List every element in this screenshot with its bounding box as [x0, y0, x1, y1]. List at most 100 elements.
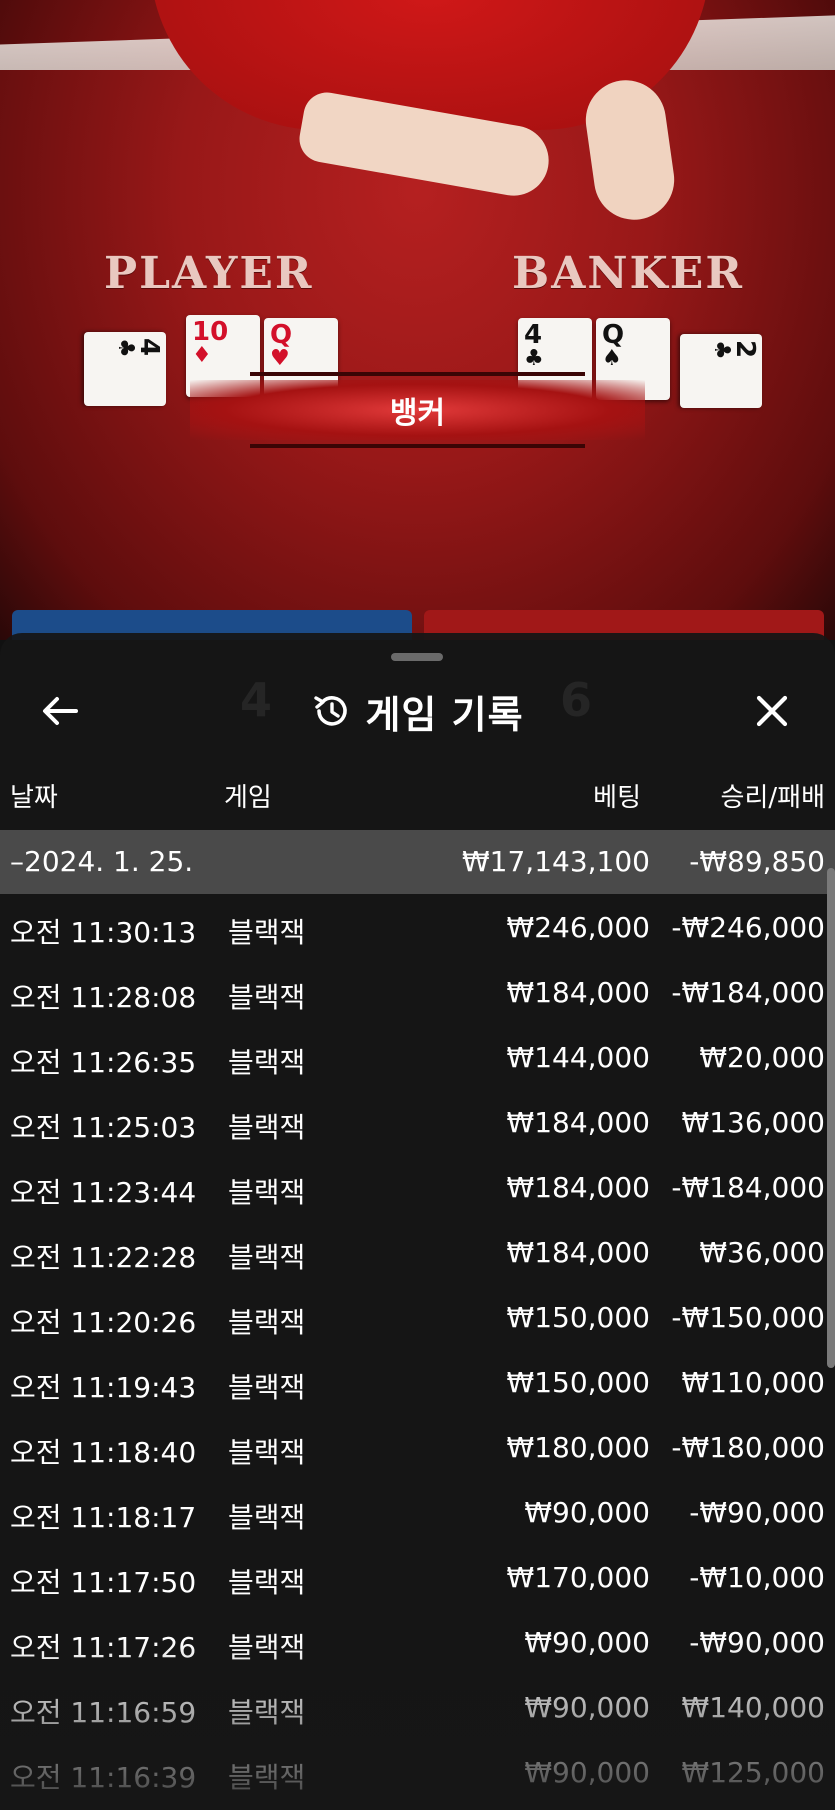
- row-game: 블랙잭: [228, 1176, 306, 1209]
- row-time: 오전 11:30:13: [10, 916, 197, 949]
- row-win-loss: -₩90,000: [689, 1626, 825, 1659]
- table-row[interactable]: 오전 11:17:50 블랙잭 ₩170,000 -₩10,000: [0, 1544, 835, 1609]
- row-time: 오전 11:25:03: [10, 1111, 197, 1144]
- row-game: 블랙잭: [228, 1436, 306, 1469]
- column-header-date: 날짜: [10, 783, 58, 813]
- card-suit-icon: ♠: [602, 346, 622, 371]
- row-win-loss: ₩125,000: [681, 1756, 825, 1789]
- game-scene: PLAYER BANKER 4 ♣ 10 ♦ Q ♥ 4 ♣ Q ♠ 2 ♣ 뱅커: [0, 0, 835, 640]
- banker-label: BANKER: [512, 248, 744, 299]
- table-row[interactable]: 오전 11:16:39 블랙잭 ₩90,000 ₩125,000: [0, 1739, 835, 1804]
- row-game: 블랙잭: [228, 1306, 306, 1339]
- row-bet: ₩90,000: [524, 1496, 650, 1529]
- row-game: 블랙잭: [228, 981, 306, 1014]
- row-bet: ₩144,000: [506, 1041, 650, 1074]
- row-win-loss: -₩150,000: [671, 1301, 825, 1334]
- row-game: 블랙잭: [228, 1241, 306, 1274]
- table-row[interactable]: 오전 11:22:28 블랙잭 ₩184,000 ₩36,000: [0, 1219, 835, 1284]
- row-bet: ₩246,000: [506, 911, 650, 944]
- table-row[interactable]: 오전 11:16:59 블랙잭 ₩90,000 ₩140,000: [0, 1674, 835, 1739]
- table-row[interactable]: 오전 11:26:35 블랙잭 ₩144,000 ₩20,000: [0, 1024, 835, 1089]
- history-list: 오전 11:30:13 블랙잭 ₩246,000 -₩246,000 오전 11:28:…: [0, 894, 835, 1804]
- card-suit-icon: ♥: [270, 346, 290, 371]
- close-icon: [756, 695, 788, 727]
- row-time: 오전 11:18:17: [10, 1501, 197, 1534]
- card-suit-icon: ♣: [113, 338, 138, 358]
- row-win-loss: -₩246,000: [671, 911, 825, 944]
- table-row[interactable]: 오전 11:23:44 블랙잭 ₩184,000 -₩184,000: [0, 1154, 835, 1219]
- row-time: 오전 11:16:39: [10, 1761, 197, 1794]
- banker-card: 2 ♣: [680, 334, 762, 408]
- table-row[interactable]: 오전 11:28:08 블랙잭 ₩184,000 -₩184,000: [0, 959, 835, 1024]
- row-game: 블랙잭: [228, 1501, 306, 1534]
- table-row[interactable]: 오전 11:20:26 블랙잭 ₩150,000 -₩150,000: [0, 1284, 835, 1349]
- date-summary-row[interactable]: –2024. 1. 25. ₩17,143,100 -₩89,850: [0, 830, 835, 894]
- sheet-header: 게임 기록: [0, 671, 835, 751]
- row-time: 오전 11:23:44: [10, 1176, 197, 1209]
- game-history-sheet: 4 6 게임 기록 날짜 게임 베팅 승리/패배 –2024. 1. 25. ₩…: [0, 633, 835, 1810]
- row-win-loss: ₩136,000: [681, 1106, 825, 1139]
- player-label: PLAYER: [104, 248, 314, 299]
- card-suit-icon: ♦: [192, 343, 212, 368]
- title-group: 게임 기록: [0, 685, 835, 737]
- row-bet: ₩150,000: [506, 1366, 650, 1399]
- row-game: 블랙잭: [228, 1761, 306, 1794]
- row-bet: ₩90,000: [524, 1756, 650, 1789]
- row-game: 블랙잭: [228, 916, 306, 949]
- row-win-loss: ₩140,000: [681, 1691, 825, 1724]
- scrollbar[interactable]: [827, 868, 835, 1368]
- row-win-loss: -₩184,000: [671, 976, 825, 1009]
- column-header-bet: 베팅: [593, 783, 641, 813]
- row-time: 오전 11:17:50: [10, 1566, 197, 1599]
- row-bet: ₩184,000: [506, 1171, 650, 1204]
- column-header-game: 게임: [224, 783, 272, 813]
- row-bet: ₩184,000: [506, 976, 650, 1009]
- row-bet: ₩180,000: [506, 1431, 650, 1464]
- drag-handle[interactable]: [391, 653, 443, 661]
- summary-win-loss: -₩89,850: [689, 845, 825, 878]
- table-row[interactable]: 오전 11:18:40 블랙잭 ₩180,000 -₩180,000: [0, 1414, 835, 1479]
- row-game: 블랙잭: [228, 1046, 306, 1079]
- row-win-loss: -₩180,000: [671, 1431, 825, 1464]
- table-row[interactable]: 오전 11:25:03 블랙잭 ₩184,000 ₩136,000: [0, 1089, 835, 1154]
- column-header-win-loss: 승리/패배: [720, 783, 825, 813]
- card-suit-icon: ♣: [709, 340, 734, 360]
- row-win-loss: -₩10,000: [689, 1561, 825, 1594]
- table-row[interactable]: 오전 11:17:26 블랙잭 ₩90,000 -₩90,000: [0, 1609, 835, 1674]
- card-rank: 4: [134, 338, 164, 357]
- page-title: 게임 기록: [365, 692, 524, 737]
- row-win-loss: -₩90,000: [689, 1496, 825, 1529]
- row-win-loss: ₩20,000: [699, 1041, 825, 1074]
- row-time: 오전 11:18:40: [10, 1436, 197, 1469]
- table-row[interactable]: 오전 11:30:13 블랙잭 ₩246,000 -₩246,000: [0, 894, 835, 959]
- player-card: 4 ♣: [84, 332, 166, 406]
- row-bet: ₩90,000: [524, 1691, 650, 1724]
- row-time: 오전 11:28:08: [10, 981, 197, 1014]
- row-time: 오전 11:17:26: [10, 1631, 197, 1664]
- row-time: 오전 11:22:28: [10, 1241, 197, 1274]
- row-game: 블랙잭: [228, 1566, 306, 1599]
- row-win-loss: ₩110,000: [681, 1366, 825, 1399]
- row-bet: ₩184,000: [506, 1236, 650, 1269]
- row-time: 오전 11:20:26: [10, 1306, 197, 1339]
- row-game: 블랙잭: [228, 1631, 306, 1664]
- card-rank: 2: [730, 340, 760, 359]
- row-win-loss: ₩36,000: [699, 1236, 825, 1269]
- row-bet: ₩150,000: [506, 1301, 650, 1334]
- close-button[interactable]: [742, 685, 802, 737]
- row-bet: ₩184,000: [506, 1106, 650, 1139]
- row-game: 블랙잭: [228, 1371, 306, 1404]
- result-banner: 뱅커: [190, 372, 645, 448]
- row-game: 블랙잭: [228, 1111, 306, 1144]
- table-row[interactable]: 오전 11:19:43 블랙잭 ₩150,000 ₩110,000: [0, 1349, 835, 1414]
- row-win-loss: -₩184,000: [671, 1171, 825, 1204]
- row-bet: ₩90,000: [524, 1626, 650, 1659]
- row-game: 블랙잭: [228, 1696, 306, 1729]
- table-row[interactable]: 오전 11:18:17 블랙잭 ₩90,000 -₩90,000: [0, 1479, 835, 1544]
- column-headers: 날짜 게임 베팅 승리/패배: [0, 771, 835, 821]
- card-suit-icon: ♣: [524, 346, 544, 371]
- row-bet: ₩170,000: [506, 1561, 650, 1594]
- row-time: 오전 11:26:35: [10, 1046, 197, 1079]
- summary-bet: ₩17,143,100: [461, 845, 650, 878]
- history-icon: [314, 696, 348, 726]
